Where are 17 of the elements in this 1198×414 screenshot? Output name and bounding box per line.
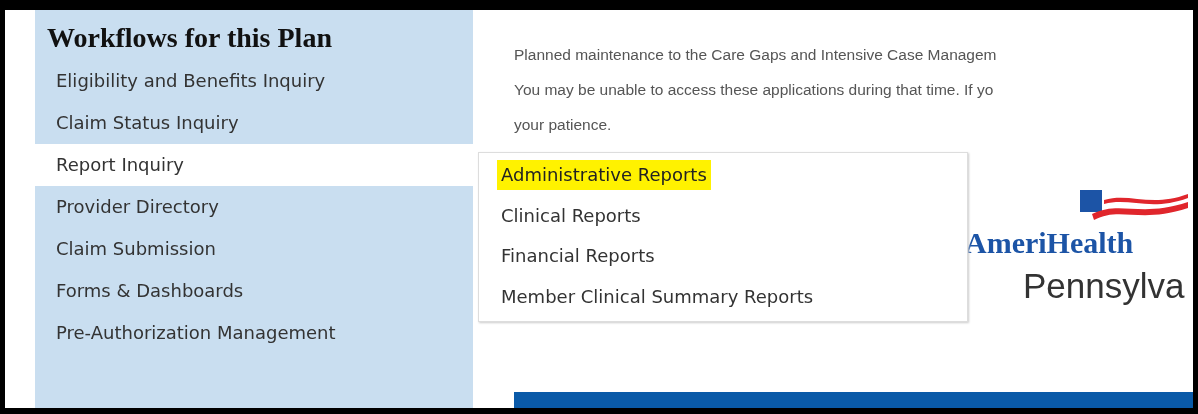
- logo-region: Pennsylva: [1023, 266, 1185, 306]
- notice-line: Planned maintenance to the Care Gaps and Intensive Case Managem: [514, 45, 998, 65]
- sidebar-item[interactable]: Claim Status Inquiry: [35, 102, 473, 144]
- sidebar-item[interactable]: Claim Submission: [35, 228, 473, 270]
- notice-line: your patience.: [514, 115, 613, 135]
- sidebar-item[interactable]: Report Inquiry: [35, 144, 473, 186]
- sidebar-title: Workflows for this Plan: [47, 21, 332, 55]
- sidebar-item[interactable]: Forms & Dashboards: [35, 270, 473, 312]
- sidebar-item[interactable]: Eligibility and Benefits Inquiry: [35, 60, 473, 102]
- sidebar-item[interactable]: Provider Directory: [35, 186, 473, 228]
- menu-item[interactable]: Clinical Reports: [497, 200, 645, 231]
- notice-line: You may be unable to access these applications during that time. If yo: [514, 80, 995, 100]
- menu-item[interactable]: Administrative Reports: [497, 160, 711, 190]
- logo-name: AmeriHealth: [965, 226, 1134, 260]
- menu-item[interactable]: Member Clinical Summary Reports: [497, 281, 818, 312]
- sidebar-item[interactable]: Pre-Authorization Management: [35, 312, 473, 354]
- menu-item[interactable]: Financial Reports: [497, 241, 659, 271]
